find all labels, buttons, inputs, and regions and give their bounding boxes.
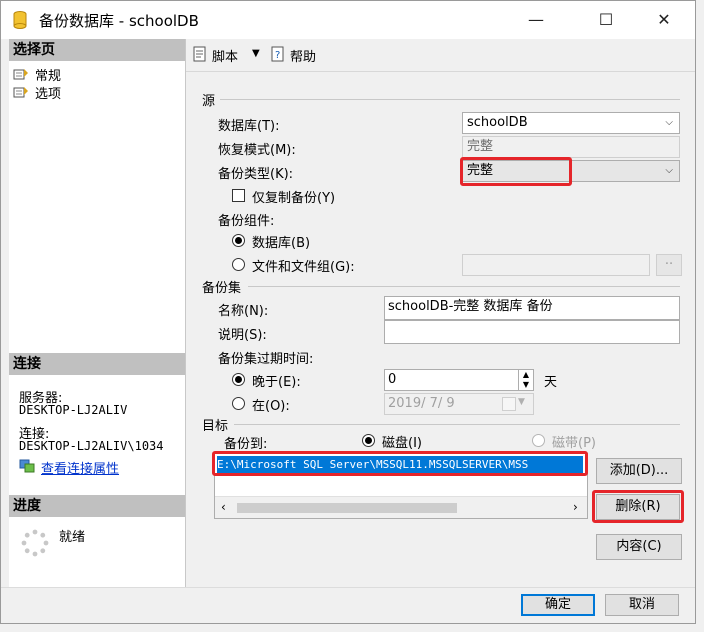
- connection-value: DESKTOP-LJ2ALIV\1034: [19, 439, 164, 453]
- source-group-label: 源: [202, 94, 216, 109]
- expire-after-label: 晚于(E):: [252, 375, 301, 390]
- general-page-content: 源 数据库(T): schoolDB ⌵ 恢复模式(M): 完整 备份类型(K)…: [186, 72, 695, 588]
- recovery-model-field: 完整: [462, 136, 680, 158]
- expire-after-unit: 天: [544, 375, 558, 390]
- dialog-footer: 确定 取消: [1, 587, 695, 623]
- expiration-label: 备份集过期时间:: [218, 352, 314, 367]
- backup-type-label: 备份类型(K):: [218, 167, 294, 182]
- svg-text:?: ?: [275, 50, 280, 61]
- database-select[interactable]: schoolDB ⌵: [462, 112, 680, 134]
- expire-after-input[interactable]: 0: [384, 369, 534, 391]
- backup-set-group-label: 备份集: [202, 281, 242, 296]
- toolbar: 脚本 ▼ ? 帮助: [186, 39, 695, 72]
- page-item-general[interactable]: 常规: [13, 65, 183, 84]
- files-field: [462, 254, 650, 276]
- files-browse-button[interactable]: ··: [656, 254, 682, 276]
- add-destination-button[interactable]: 添加(D)...: [596, 458, 682, 484]
- page-icon: [13, 69, 28, 80]
- tape-radio: [532, 434, 545, 447]
- backup-database-dialog: 备份数据库 - schoolDB — ☐ ✕ 选择页 常规 选项 连接 服务器:…: [0, 0, 696, 624]
- view-connection-properties-link[interactable]: 查看连接属性: [41, 458, 119, 477]
- progress-header: 进度: [9, 495, 185, 517]
- backup-name-input[interactable]: schoolDB-完整 数据库 备份: [384, 296, 680, 320]
- recovery-model-value: 完整: [467, 139, 494, 154]
- destination-divider: [234, 424, 680, 425]
- help-icon: ?: [271, 46, 284, 62]
- recovery-model-label: 恢复模式(M):: [218, 143, 296, 158]
- scroll-right-icon[interactable]: ›: [573, 500, 578, 514]
- expire-on-label: 在(O):: [252, 399, 290, 414]
- scroll-left-icon[interactable]: ‹: [221, 500, 226, 514]
- script-label: 脚本: [212, 50, 239, 65]
- server-value: DESKTOP-LJ2ALIV: [19, 403, 128, 417]
- copy-only-checkbox[interactable]: [232, 189, 245, 202]
- spin-down-icon[interactable]: ▼: [519, 380, 533, 390]
- disk-label: 磁盘(I): [382, 436, 422, 451]
- progress-spinner-icon: [21, 529, 49, 557]
- help-button[interactable]: ? 帮助: [270, 45, 330, 65]
- maximize-button[interactable]: ☐: [583, 1, 629, 39]
- select-page-header: 选择页: [9, 39, 185, 61]
- disk-radio[interactable]: [362, 434, 375, 447]
- database-value: schoolDB: [467, 115, 528, 130]
- description-label: 说明(S):: [218, 328, 267, 343]
- scroll-thumb[interactable]: [237, 503, 457, 513]
- expire-after-radio[interactable]: [232, 373, 245, 386]
- backup-type-highlight: [460, 157, 572, 186]
- cancel-button[interactable]: 取消: [605, 594, 679, 616]
- component-files-label: 文件和文件组(G):: [252, 260, 355, 275]
- horizontal-scrollbar[interactable]: ‹ ›: [215, 496, 587, 518]
- backup-component-label: 备份组件:: [218, 214, 275, 229]
- description-input[interactable]: [384, 320, 680, 344]
- minimize-button[interactable]: —: [513, 1, 559, 39]
- database-label: 数据库(T):: [218, 119, 280, 134]
- date-dropdown-icon: ▼: [518, 397, 525, 407]
- contents-button[interactable]: 内容(C): [596, 534, 682, 560]
- chevron-down-icon: ⌵: [665, 165, 673, 176]
- page-label-general: 常规: [35, 69, 62, 84]
- calendar-icon: [502, 397, 516, 411]
- script-dropdown-icon[interactable]: ▼: [252, 48, 260, 59]
- backup-to-label: 备份到:: [224, 437, 268, 452]
- window-title: 备份数据库 - schoolDB: [39, 12, 199, 30]
- expire-after-spinner[interactable]: ▲ ▼: [518, 370, 533, 390]
- page-item-options[interactable]: 选项: [13, 83, 183, 102]
- ok-button[interactable]: 确定: [521, 594, 595, 616]
- database-icon: [13, 11, 27, 29]
- remove-button-highlight: [592, 490, 684, 523]
- destination-path-highlight: [212, 451, 588, 476]
- close-button[interactable]: ✕: [641, 1, 687, 39]
- page-icon: [13, 87, 28, 98]
- component-files-radio[interactable]: [232, 258, 245, 271]
- progress-status: 就绪: [59, 530, 86, 545]
- tape-label: 磁带(P): [552, 436, 596, 451]
- title-bar: 备份数据库 - schoolDB — ☐ ✕: [1, 1, 695, 39]
- spin-up-icon[interactable]: ▲: [519, 370, 533, 380]
- left-pane: 选择页 常规 选项 连接 服务器: DESKTOP-LJ2ALIV 连接: DE…: [9, 39, 186, 587]
- component-database-label: 数据库(B): [252, 236, 311, 251]
- connection-properties-icon: [19, 459, 35, 473]
- expire-on-radio[interactable]: [232, 397, 245, 410]
- help-label: 帮助: [290, 50, 317, 65]
- source-divider: [220, 99, 680, 100]
- backup-name-label: 名称(N):: [218, 304, 269, 319]
- chevron-down-icon: ⌵: [665, 117, 673, 128]
- connection-header: 连接: [9, 353, 185, 375]
- script-icon: [193, 46, 206, 62]
- script-button[interactable]: 脚本 ▼: [192, 45, 264, 65]
- destination-group-label: 目标: [202, 419, 229, 434]
- component-database-radio[interactable]: [232, 234, 245, 247]
- copy-only-label: 仅复制备份(Y): [252, 191, 336, 206]
- page-label-options: 选项: [35, 87, 62, 102]
- backup-set-divider: [248, 286, 680, 287]
